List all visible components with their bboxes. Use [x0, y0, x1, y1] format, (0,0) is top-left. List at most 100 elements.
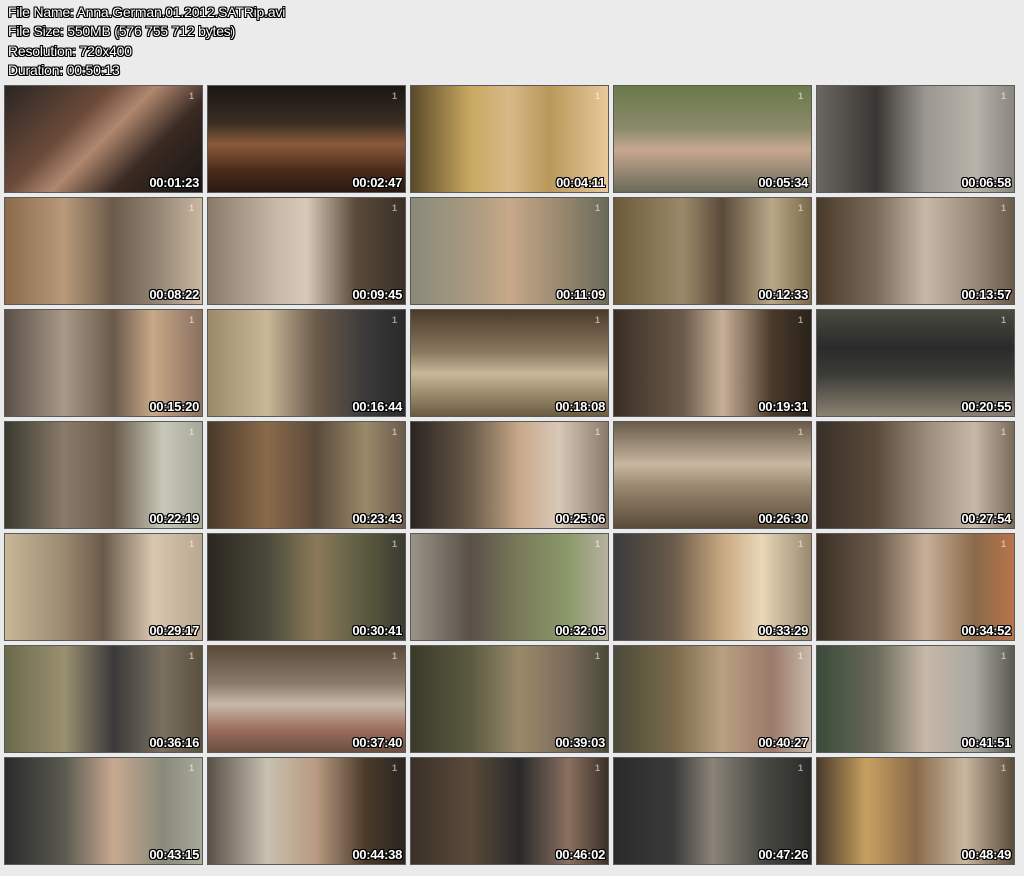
channel-logo-icon: 1 [797, 315, 803, 325]
thumbnail-timestamp: 00:37:40 [352, 735, 402, 750]
video-thumbnail[interactable]: 1 00:23:43 [207, 421, 406, 529]
thumbnail-timestamp: 00:04:11 [556, 175, 605, 190]
thumbnail-timestamp: 00:20:55 [961, 399, 1011, 414]
channel-logo-icon: 1 [188, 315, 194, 325]
thumbnail-timestamp: 00:09:45 [352, 287, 402, 302]
thumbnail-timestamp: 00:44:38 [352, 847, 402, 862]
video-thumbnail[interactable]: 1 00:11:09 [410, 197, 609, 305]
video-thumbnail[interactable]: 1 00:33:29 [613, 533, 812, 641]
thumbnail-timestamp: 00:43:15 [149, 847, 199, 862]
thumbnail-timestamp: 00:36:16 [149, 735, 199, 750]
video-thumbnail[interactable]: 1 00:34:52 [816, 533, 1015, 641]
video-thumbnail[interactable]: 1 00:29:17 [4, 533, 203, 641]
thumbnail-timestamp: 00:23:43 [352, 511, 402, 526]
video-thumbnail[interactable]: 1 00:13:57 [816, 197, 1015, 305]
video-thumbnail[interactable]: 1 00:01:23 [4, 85, 203, 193]
video-thumbnail[interactable]: 1 00:47:26 [613, 757, 812, 865]
video-thumbnail[interactable]: 1 00:36:16 [4, 645, 203, 753]
thumbnail-timestamp: 00:16:44 [352, 399, 402, 414]
channel-logo-icon: 1 [1000, 651, 1006, 661]
video-thumbnail[interactable]: 1 00:02:47 [207, 85, 406, 193]
resolution-label: Resolution: 720x400 [8, 42, 132, 59]
thumbnail-timestamp: 00:46:02 [555, 847, 605, 862]
video-thumbnail[interactable]: 1 00:40:27 [613, 645, 812, 753]
channel-logo-icon: 1 [391, 763, 397, 773]
channel-logo-icon: 1 [1000, 539, 1006, 549]
channel-logo-icon: 1 [594, 315, 600, 325]
video-thumbnail[interactable]: 1 00:06:58 [816, 85, 1015, 193]
video-thumbnail[interactable]: 1 00:26:30 [613, 421, 812, 529]
video-thumbnail[interactable]: 1 00:12:33 [613, 197, 812, 305]
channel-logo-icon: 1 [188, 539, 194, 549]
thumbnail-timestamp: 00:34:52 [961, 623, 1011, 638]
video-thumbnail[interactable]: 1 00:15:20 [4, 309, 203, 417]
channel-logo-icon: 1 [391, 651, 397, 661]
channel-logo-icon: 1 [797, 91, 803, 101]
thumbnail-timestamp: 00:06:58 [961, 175, 1011, 190]
thumbnail-timestamp: 00:01:23 [149, 175, 199, 190]
thumbnail-timestamp: 00:19:31 [758, 399, 808, 414]
thumbnail-timestamp: 00:27:54 [961, 511, 1011, 526]
video-thumbnail[interactable]: 1 00:46:02 [410, 757, 609, 865]
thumbnail-timestamp: 00:26:30 [758, 511, 808, 526]
thumbnail-timestamp: 00:22:19 [149, 511, 199, 526]
video-thumbnail[interactable]: 1 00:16:44 [207, 309, 406, 417]
channel-logo-icon: 1 [594, 539, 600, 549]
video-thumbnail[interactable]: 1 00:48:49 [816, 757, 1015, 865]
channel-logo-icon: 1 [1000, 315, 1006, 325]
video-thumbnail[interactable]: 1 00:43:15 [4, 757, 203, 865]
video-thumbnail[interactable]: 1 00:44:38 [207, 757, 406, 865]
channel-logo-icon: 1 [1000, 203, 1006, 213]
video-thumbnail[interactable]: 1 00:09:45 [207, 197, 406, 305]
thumbnail-timestamp: 00:47:26 [758, 847, 808, 862]
video-thumbnail[interactable]: 1 00:19:31 [613, 309, 812, 417]
thumbnail-timestamp: 00:32:05 [555, 623, 605, 638]
video-thumbnail[interactable]: 1 00:05:34 [613, 85, 812, 193]
thumbnail-timestamp: 00:11:09 [556, 287, 605, 302]
channel-logo-icon: 1 [1000, 427, 1006, 437]
channel-logo-icon: 1 [594, 763, 600, 773]
video-thumbnail[interactable]: 1 00:30:41 [207, 533, 406, 641]
channel-logo-icon: 1 [391, 315, 397, 325]
channel-logo-icon: 1 [188, 91, 194, 101]
thumbnail-timestamp: 00:29:17 [149, 623, 199, 638]
thumbnail-timestamp: 00:12:33 [758, 287, 808, 302]
thumbnail-timestamp: 00:30:41 [352, 623, 402, 638]
channel-logo-icon: 1 [188, 427, 194, 437]
channel-logo-icon: 1 [594, 427, 600, 437]
channel-logo-icon: 1 [1000, 91, 1006, 101]
channel-logo-icon: 1 [391, 539, 397, 549]
thumbnail-timestamp: 00:48:49 [961, 847, 1011, 862]
video-thumbnail[interactable]: 1 00:41:51 [816, 645, 1015, 753]
channel-logo-icon: 1 [594, 651, 600, 661]
thumbnail-timestamp: 00:05:34 [758, 175, 808, 190]
thumbnail-grid: 1 00:01:23 1 00:02:47 1 00:04:11 1 00:05:34 1 00:… [4, 85, 1015, 865]
video-thumbnail[interactable]: 1 00:08:22 [4, 197, 203, 305]
channel-logo-icon: 1 [797, 203, 803, 213]
channel-logo-icon: 1 [188, 203, 194, 213]
video-thumbnail[interactable]: 1 00:04:11 [410, 85, 609, 193]
video-thumbnail[interactable]: 1 00:37:40 [207, 645, 406, 753]
channel-logo-icon: 1 [188, 763, 194, 773]
channel-logo-icon: 1 [594, 203, 600, 213]
video-thumbnail[interactable]: 1 00:25:06 [410, 421, 609, 529]
thumbnail-timestamp: 00:08:22 [149, 287, 199, 302]
video-thumbnail[interactable]: 1 00:20:55 [816, 309, 1015, 417]
video-thumbnail[interactable]: 1 00:22:19 [4, 421, 203, 529]
file-info-header: File Name: Anna.German.01.2012.SATRip.av… [8, 3, 285, 80]
channel-logo-icon: 1 [797, 427, 803, 437]
channel-logo-icon: 1 [797, 651, 803, 661]
duration-label: Duration: 00:50:13 [8, 61, 120, 78]
video-thumbnail[interactable]: 1 00:32:05 [410, 533, 609, 641]
video-thumbnail[interactable]: 1 00:39:03 [410, 645, 609, 753]
file-size-label: File Size: 550MB (576 755 712 bytes) [8, 23, 236, 40]
video-thumbnail[interactable]: 1 00:27:54 [816, 421, 1015, 529]
thumbnail-timestamp: 00:41:51 [961, 735, 1011, 750]
thumbnail-timestamp: 00:39:03 [555, 735, 605, 750]
video-thumbnail[interactable]: 1 00:18:08 [410, 309, 609, 417]
channel-logo-icon: 1 [391, 91, 397, 101]
thumbnail-timestamp: 00:18:08 [555, 399, 605, 414]
channel-logo-icon: 1 [1000, 763, 1006, 773]
thumbnail-timestamp: 00:40:27 [758, 735, 808, 750]
channel-logo-icon: 1 [797, 539, 803, 549]
